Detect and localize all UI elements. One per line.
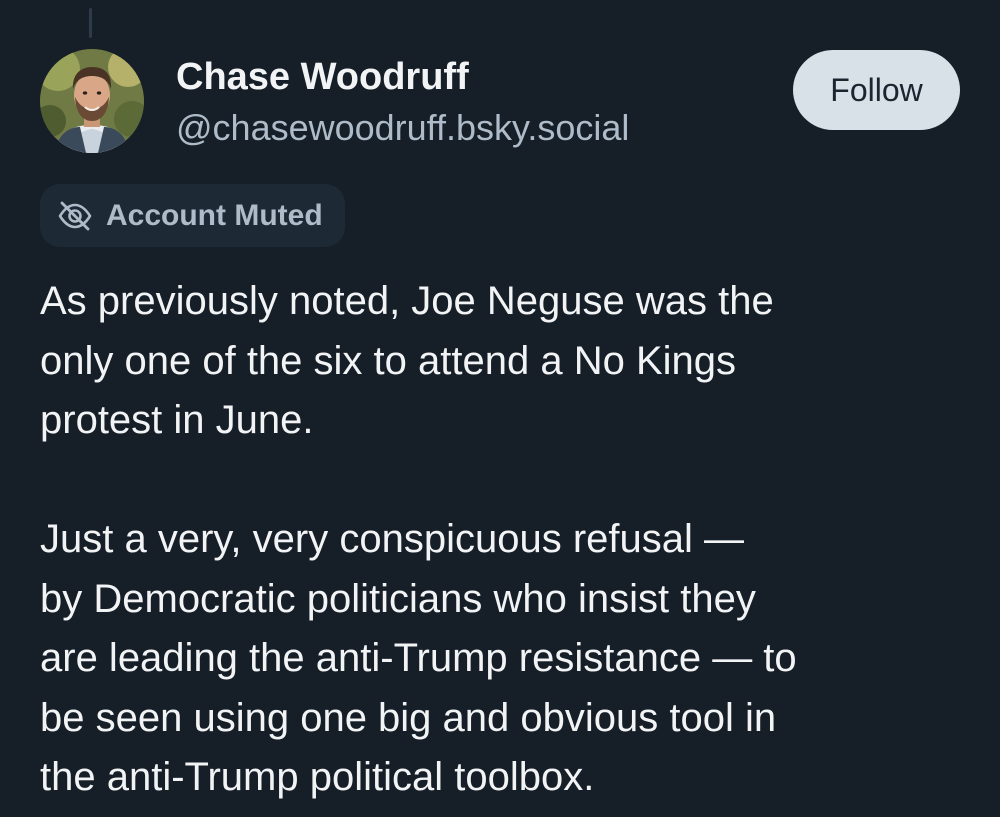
post-text-line: As previously noted, Joe Neguse was the <box>40 279 774 323</box>
author-handle[interactable]: @chasewoodruff.bsky.social <box>176 106 629 150</box>
post-text-line: only one of the six to attend a No Kings <box>40 338 736 383</box>
account-muted-label: Account Muted <box>106 198 323 232</box>
account-muted-badge: Account Muted <box>40 184 345 247</box>
post-text-line: by Democratic politicians who insist the… <box>40 576 756 621</box>
author-display-name[interactable]: Chase Woodruff <box>176 54 629 100</box>
avatar[interactable] <box>40 49 144 153</box>
follow-button[interactable]: Follow <box>793 50 960 130</box>
post-text-line: Just a very, very conspicuous refusal — <box>40 517 744 561</box>
post-body: As previously noted, Joe Neguse was the … <box>40 272 970 808</box>
post-paragraph: As previously noted, Joe Neguse was the … <box>40 272 970 451</box>
post-text-line: are leading the anti-Trump resistance — … <box>40 636 797 680</box>
post-text-line: the anti-Trump political toolbox. <box>40 755 595 799</box>
post-text-line: protest in June. <box>40 398 314 442</box>
post-paragraph: Just a very, very conspicuous refusal — … <box>40 510 970 808</box>
post-text-line: be seen using one big and obvious tool i… <box>40 695 777 740</box>
profile-photo <box>40 49 144 153</box>
eye-slash-icon <box>56 197 94 235</box>
post-author: Chase Woodruff @chasewoodruff.bsky.socia… <box>176 54 629 150</box>
thread-connector-line <box>89 8 92 38</box>
